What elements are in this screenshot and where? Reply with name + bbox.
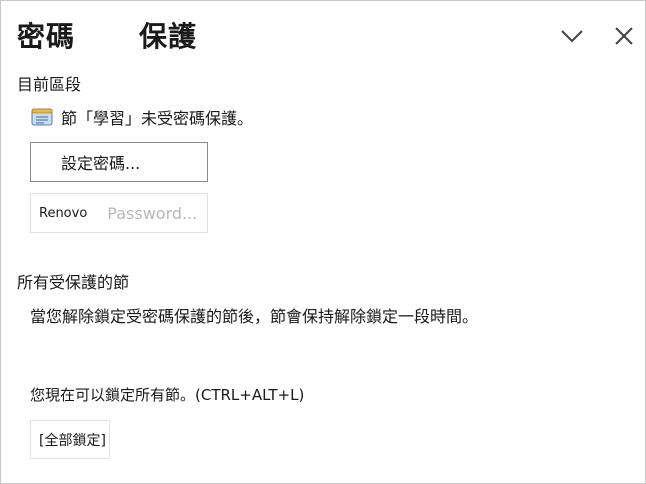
- remove-password-label: Password...: [107, 203, 198, 223]
- lock-all-note: 您現在可以鎖定所有節。(CTRL+ALT+L): [30, 386, 305, 404]
- all-protected-heading: 所有受保護的節: [17, 273, 130, 292]
- collapse-pane-button[interactable]: [557, 21, 587, 51]
- chevron-down-icon: [561, 30, 583, 43]
- pane-title: 密碼 保護: [17, 15, 197, 55]
- password-protection-pane: 密碼 保護 目前區段 節「學習」未受密碼保護。 設定密碼... Renovo Pa…: [0, 0, 646, 484]
- pane-title-part2: 保護: [139, 20, 198, 53]
- section-status-text: 節「學習」未受密碼保護。: [61, 109, 254, 128]
- remove-password-prefix: Renovo: [39, 205, 88, 221]
- pane-title-part1: 密碼: [17, 20, 76, 53]
- close-pane-button[interactable]: [609, 21, 639, 51]
- current-section-heading: 目前區段: [17, 75, 82, 94]
- section-page-icon: [31, 108, 53, 126]
- unlock-description: 當您解除鎖定受密碼保護的節後，節會保持解除鎖定一段時間。: [30, 307, 479, 326]
- set-password-button[interactable]: 設定密碼...: [30, 142, 208, 182]
- remove-password-button: Renovo Password...: [30, 193, 208, 233]
- close-icon: [615, 27, 633, 45]
- lock-all-button[interactable]: [全部鎖定]: [30, 420, 110, 459]
- section-status: 節「學習」未受密碼保護。: [31, 105, 253, 129]
